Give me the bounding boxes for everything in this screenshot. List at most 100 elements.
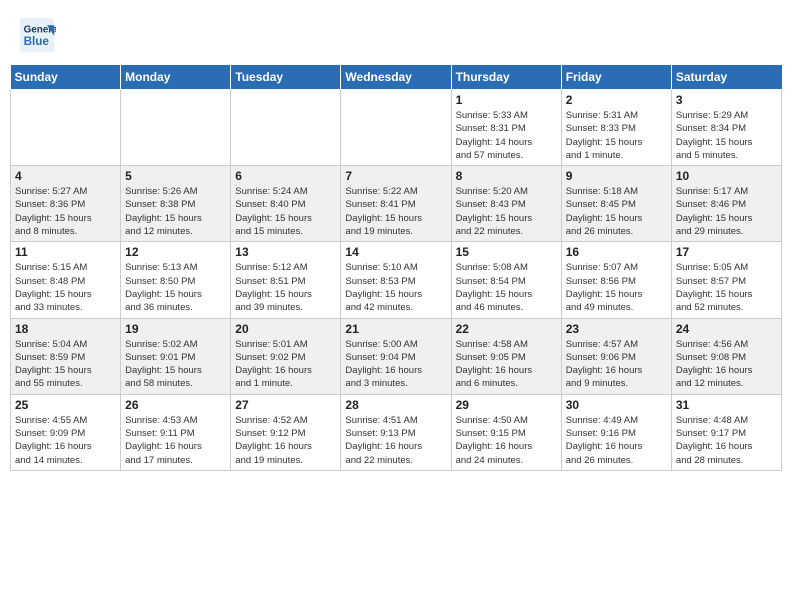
day-number: 14 — [345, 245, 446, 259]
calendar-day-cell — [121, 90, 231, 166]
day-of-week-header: Thursday — [451, 65, 561, 90]
calendar-day-cell: 23 Sunrise: 4:57 AM Sunset: 9:06 PM Dayli… — [561, 318, 671, 394]
page-header: General Blue — [10, 10, 782, 58]
day-info: Sunrise: 5:00 AM Sunset: 9:04 PM Dayligh… — [345, 338, 446, 391]
calendar-day-cell: 11 Sunrise: 5:15 AM Sunset: 8:48 PM Dayli… — [11, 242, 121, 318]
day-info: Sunrise: 5:18 AM Sunset: 8:45 PM Dayligh… — [566, 185, 667, 238]
calendar-day-cell: 20 Sunrise: 5:01 AM Sunset: 9:02 PM Dayli… — [231, 318, 341, 394]
calendar-day-cell — [341, 90, 451, 166]
logo: General Blue — [20, 18, 60, 54]
day-number: 26 — [125, 398, 226, 412]
day-info: Sunrise: 5:12 AM Sunset: 8:51 PM Dayligh… — [235, 261, 336, 314]
calendar-day-cell: 12Sunrise: 5:13 AM Sunset: 8:50 PM Dayli… — [121, 242, 231, 318]
day-info: Sunrise: 5:15 AM Sunset: 8:48 PM Dayligh… — [15, 261, 116, 314]
day-number: 9 — [566, 169, 667, 183]
day-info: Sunrise: 5:07 AM Sunset: 8:56 PM Dayligh… — [566, 261, 667, 314]
day-number: 16 — [566, 245, 667, 259]
calendar-day-cell: 21 Sunrise: 5:00 AM Sunset: 9:04 PM Dayli… — [341, 318, 451, 394]
day-number: 5 — [125, 169, 226, 183]
calendar-day-cell: 8Sunrise: 5:20 AM Sunset: 8:43 PM Daylig… — [451, 166, 561, 242]
day-info: Sunrise: 4:58 AM Sunset: 9:05 PM Dayligh… — [456, 338, 557, 391]
day-number: 23 — [566, 322, 667, 336]
calendar-day-cell: 30Sunrise: 4:49 AM Sunset: 9:16 PM Dayli… — [561, 394, 671, 470]
calendar-day-cell: 13 Sunrise: 5:12 AM Sunset: 8:51 PM Dayli… — [231, 242, 341, 318]
day-number: 18 — [15, 322, 116, 336]
calendar-day-cell: 9 Sunrise: 5:18 AM Sunset: 8:45 PM Daylig… — [561, 166, 671, 242]
day-number: 7 — [345, 169, 446, 183]
calendar-day-cell: 16 Sunrise: 5:07 AM Sunset: 8:56 PM Dayli… — [561, 242, 671, 318]
day-info: Sunrise: 5:17 AM Sunset: 8:46 PM Dayligh… — [676, 185, 777, 238]
day-of-week-header: Monday — [121, 65, 231, 90]
day-number: 13 — [235, 245, 336, 259]
day-info: Sunrise: 5:10 AM Sunset: 8:53 PM Dayligh… — [345, 261, 446, 314]
day-info: Sunrise: 5:22 AM Sunset: 8:41 PM Dayligh… — [345, 185, 446, 238]
calendar-day-cell: 10 Sunrise: 5:17 AM Sunset: 8:46 PM Dayli… — [671, 166, 781, 242]
calendar-day-cell: 7 Sunrise: 5:22 AM Sunset: 8:41 PM Daylig… — [341, 166, 451, 242]
day-number: 31 — [676, 398, 777, 412]
day-number: 21 — [345, 322, 446, 336]
calendar-day-cell: 22Sunrise: 4:58 AM Sunset: 9:05 PM Dayli… — [451, 318, 561, 394]
calendar-day-cell: 3Sunrise: 5:29 AM Sunset: 8:34 PM Daylig… — [671, 90, 781, 166]
day-number: 25 — [15, 398, 116, 412]
calendar-day-cell: 4 Sunrise: 5:27 AM Sunset: 8:36 PM Daylig… — [11, 166, 121, 242]
day-info: Sunrise: 5:01 AM Sunset: 9:02 PM Dayligh… — [235, 338, 336, 391]
calendar-week-row: 18Sunrise: 5:04 AM Sunset: 8:59 PM Dayli… — [11, 318, 782, 394]
calendar-day-cell: 5 Sunrise: 5:26 AM Sunset: 8:38 PM Daylig… — [121, 166, 231, 242]
day-info: Sunrise: 4:52 AM Sunset: 9:12 PM Dayligh… — [235, 414, 336, 467]
calendar-day-cell: 15Sunrise: 5:08 AM Sunset: 8:54 PM Dayli… — [451, 242, 561, 318]
day-info: Sunrise: 4:50 AM Sunset: 9:15 PM Dayligh… — [456, 414, 557, 467]
logo-icon: General Blue — [20, 18, 56, 54]
day-info: Sunrise: 4:55 AM Sunset: 9:09 PM Dayligh… — [15, 414, 116, 467]
day-info: Sunrise: 4:51 AM Sunset: 9:13 PM Dayligh… — [345, 414, 446, 467]
day-number: 27 — [235, 398, 336, 412]
day-info: Sunrise: 5:08 AM Sunset: 8:54 PM Dayligh… — [456, 261, 557, 314]
day-number: 2 — [566, 93, 667, 107]
day-info: Sunrise: 5:27 AM Sunset: 8:36 PM Dayligh… — [15, 185, 116, 238]
day-info: Sunrise: 4:53 AM Sunset: 9:11 PM Dayligh… — [125, 414, 226, 467]
calendar-day-cell: 2 Sunrise: 5:31 AM Sunset: 8:33 PM Daylig… — [561, 90, 671, 166]
day-number: 17 — [676, 245, 777, 259]
day-number: 11 — [15, 245, 116, 259]
day-info: Sunrise: 4:48 AM Sunset: 9:17 PM Dayligh… — [676, 414, 777, 467]
day-number: 12 — [125, 245, 226, 259]
day-number: 6 — [235, 169, 336, 183]
day-info: Sunrise: 5:31 AM Sunset: 8:33 PM Dayligh… — [566, 109, 667, 162]
calendar-header-row: SundayMondayTuesdayWednesdayThursdayFrid… — [11, 65, 782, 90]
day-number: 4 — [15, 169, 116, 183]
calendar-week-row: 25 Sunrise: 4:55 AM Sunset: 9:09 PM Dayli… — [11, 394, 782, 470]
calendar-day-cell — [231, 90, 341, 166]
calendar-week-row: 4 Sunrise: 5:27 AM Sunset: 8:36 PM Daylig… — [11, 166, 782, 242]
calendar-day-cell: 18Sunrise: 5:04 AM Sunset: 8:59 PM Dayli… — [11, 318, 121, 394]
calendar-week-row: 1Sunrise: 5:33 AM Sunset: 8:31 PM Daylig… — [11, 90, 782, 166]
day-number: 24 — [676, 322, 777, 336]
day-number: 20 — [235, 322, 336, 336]
day-of-week-header: Sunday — [11, 65, 121, 90]
calendar-day-cell: 29 Sunrise: 4:50 AM Sunset: 9:15 PM Dayli… — [451, 394, 561, 470]
day-number: 29 — [456, 398, 557, 412]
calendar-day-cell: 26 Sunrise: 4:53 AM Sunset: 9:11 PM Dayli… — [121, 394, 231, 470]
day-of-week-header: Tuesday — [231, 65, 341, 90]
calendar-day-cell — [11, 90, 121, 166]
calendar-table: SundayMondayTuesdayWednesdayThursdayFrid… — [10, 64, 782, 471]
day-number: 8 — [456, 169, 557, 183]
day-info: Sunrise: 5:29 AM Sunset: 8:34 PM Dayligh… — [676, 109, 777, 162]
day-info: Sunrise: 5:24 AM Sunset: 8:40 PM Dayligh… — [235, 185, 336, 238]
calendar-day-cell: 1Sunrise: 5:33 AM Sunset: 8:31 PM Daylig… — [451, 90, 561, 166]
day-info: Sunrise: 4:57 AM Sunset: 9:06 PM Dayligh… — [566, 338, 667, 391]
calendar-day-cell: 17 Sunrise: 5:05 AM Sunset: 8:57 PM Dayli… — [671, 242, 781, 318]
day-of-week-header: Friday — [561, 65, 671, 90]
day-info: Sunrise: 5:02 AM Sunset: 9:01 PM Dayligh… — [125, 338, 226, 391]
calendar-week-row: 11 Sunrise: 5:15 AM Sunset: 8:48 PM Dayli… — [11, 242, 782, 318]
calendar-day-cell: 25 Sunrise: 4:55 AM Sunset: 9:09 PM Dayli… — [11, 394, 121, 470]
day-info: Sunrise: 5:26 AM Sunset: 8:38 PM Dayligh… — [125, 185, 226, 238]
calendar-day-cell: 28Sunrise: 4:51 AM Sunset: 9:13 PM Dayli… — [341, 394, 451, 470]
day-number: 10 — [676, 169, 777, 183]
calendar-day-cell: 14 Sunrise: 5:10 AM Sunset: 8:53 PM Dayli… — [341, 242, 451, 318]
calendar-day-cell: 24 Sunrise: 4:56 AM Sunset: 9:08 PM Dayli… — [671, 318, 781, 394]
day-info: Sunrise: 4:49 AM Sunset: 9:16 PM Dayligh… — [566, 414, 667, 467]
day-info: Sunrise: 5:33 AM Sunset: 8:31 PM Dayligh… — [456, 109, 557, 162]
day-info: Sunrise: 5:05 AM Sunset: 8:57 PM Dayligh… — [676, 261, 777, 314]
day-info: Sunrise: 4:56 AM Sunset: 9:08 PM Dayligh… — [676, 338, 777, 391]
day-number: 19 — [125, 322, 226, 336]
calendar-day-cell: 6 Sunrise: 5:24 AM Sunset: 8:40 PM Daylig… — [231, 166, 341, 242]
